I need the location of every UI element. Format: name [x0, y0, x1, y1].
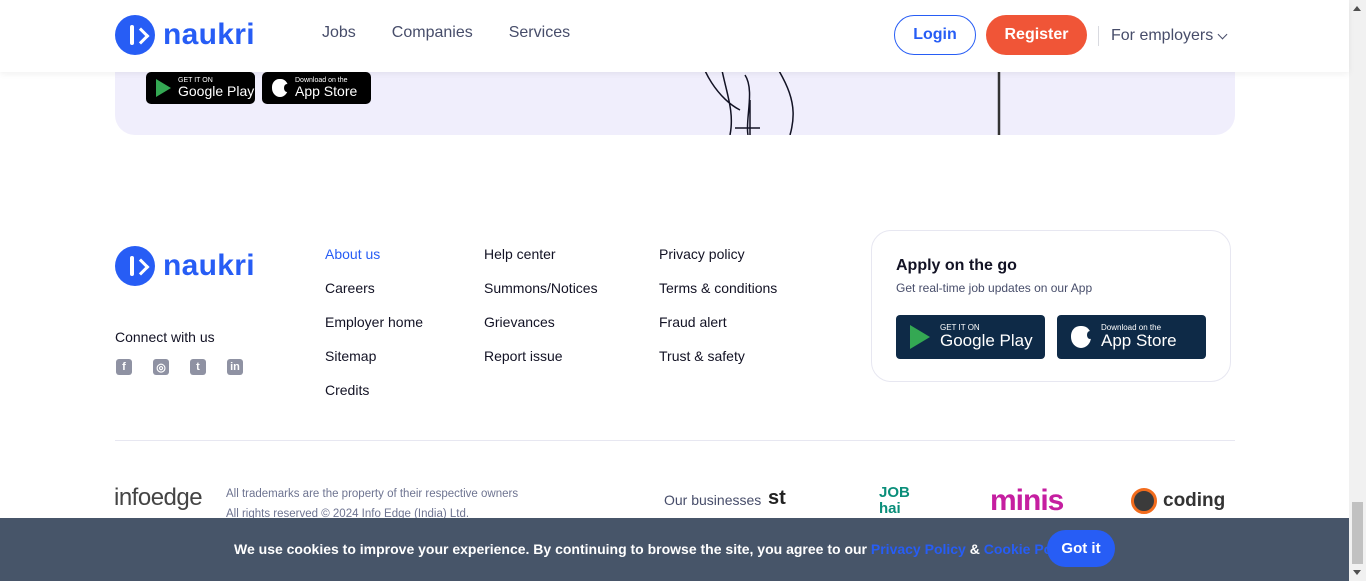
app-store-big: App Store — [295, 82, 358, 99]
cookie-consent-bar: We use cookies to improve your experienc… — [0, 518, 1349, 581]
link-terms-conditions[interactable]: Terms & conditions — [659, 280, 777, 297]
naukri-logo-icon — [115, 15, 155, 55]
footer-links-col-3: Privacy policy Terms & conditions Fraud … — [659, 246, 777, 365]
top-header: naukri Jobs Companies Services Login Reg… — [0, 0, 1349, 72]
cookie-privacy-policy-link[interactable]: Privacy Policy — [871, 541, 966, 557]
trademark-notice: All trademarks are the property of their… — [226, 488, 519, 500]
apply-on-the-go-card: Apply on the go Get real-time job update… — [871, 230, 1231, 382]
scroll-up-arrow-icon[interactable] — [1353, 6, 1361, 11]
twitter-icon[interactable]: t — [190, 359, 206, 375]
link-help-center[interactable]: Help center — [484, 246, 598, 263]
cookie-message-text: We use cookies to improve your experienc… — [234, 541, 867, 557]
facebook-icon[interactable]: f — [116, 359, 132, 375]
link-about-us[interactable]: About us — [325, 246, 423, 263]
link-report-issue[interactable]: Report issue — [484, 348, 598, 365]
footer-naukri-logo[interactable]: naukri — [115, 246, 255, 286]
app-card-title: Apply on the go — [896, 257, 1017, 274]
link-summons-notices[interactable]: Summons/Notices — [484, 280, 598, 297]
link-employer-home[interactable]: Employer home — [325, 314, 423, 331]
footer-links-col-2: Help center Summons/Notices Grievances R… — [484, 246, 598, 365]
instagram-icon[interactable]: ◎ — [153, 359, 169, 375]
naukri-logo[interactable]: naukri — [115, 15, 255, 55]
link-trust-safety[interactable]: Trust & safety — [659, 348, 777, 365]
app-store-badge[interactable]: Download on the App Store — [262, 72, 371, 104]
footer-google-play-badge[interactable]: GET IT ON Google Play — [896, 315, 1045, 359]
for-employers-dropdown[interactable]: For employers — [1111, 27, 1228, 45]
footer-divider — [115, 440, 1235, 441]
our-businesses-label: Our businesses — [664, 492, 762, 508]
naukri-logo-icon — [115, 246, 155, 286]
scrollbar-thumb[interactable] — [1352, 502, 1363, 564]
footer-apple-big: App Store — [1101, 330, 1177, 350]
nav-jobs[interactable]: Jobs — [322, 24, 356, 42]
google-play-big: Google Play — [178, 82, 255, 99]
app-card-subtitle: Get real-time job updates on our App — [896, 281, 1093, 295]
footer-links-col-1: About us Careers Employer home Sitemap C… — [325, 246, 423, 399]
coding-ninjas-icon — [1131, 488, 1157, 514]
scroll-down-arrow-icon[interactable] — [1353, 570, 1361, 575]
business-logo-ambitionbox[interactable]: st — [768, 487, 786, 510]
header-divider — [1098, 26, 1099, 46]
nav-services[interactable]: Services — [509, 24, 570, 42]
connect-with-us-heading: Connect with us — [115, 329, 215, 345]
for-employers-label: For employers — [1111, 27, 1214, 44]
chevron-down-icon — [1217, 29, 1228, 40]
business-logo-codingninjas[interactable]: coding — [1131, 488, 1225, 514]
got-it-button[interactable]: Got it — [1047, 530, 1115, 567]
business-logo-jobhai[interactable]: JOB hai — [879, 485, 929, 517]
link-careers[interactable]: Careers — [325, 280, 423, 297]
link-sitemap[interactable]: Sitemap — [325, 348, 423, 365]
footer-brand-name: naukri — [163, 249, 255, 282]
coding-ninjas-label: coding — [1163, 490, 1226, 511]
main-nav: Jobs Companies Services — [322, 24, 570, 42]
register-button[interactable]: Register — [986, 15, 1087, 55]
cookie-message: We use cookies to improve your experienc… — [234, 541, 1076, 557]
business-logo-minis[interactable]: minis — [990, 484, 1064, 518]
link-privacy-policy[interactable]: Privacy policy — [659, 246, 777, 263]
nav-companies[interactable]: Companies — [392, 24, 473, 42]
infoedge-logo: infoedge — [114, 484, 203, 511]
linkedin-icon[interactable]: in — [227, 359, 243, 375]
apple-icon — [1071, 326, 1093, 348]
login-button[interactable]: Login — [894, 15, 976, 55]
link-fraud-alert[interactable]: Fraud alert — [659, 314, 777, 331]
apple-icon — [272, 79, 290, 97]
footer-google-big: Google Play — [940, 330, 1033, 350]
link-credits[interactable]: Credits — [325, 382, 423, 399]
social-links: f ◎ t in — [116, 359, 243, 375]
google-play-icon — [910, 325, 930, 349]
google-play-badge[interactable]: GET IT ON Google Play — [146, 72, 255, 104]
footer-app-store-badge[interactable]: Download on the App Store — [1057, 315, 1206, 359]
brand-name: naukri — [163, 18, 255, 51]
link-grievances[interactable]: Grievances — [484, 314, 598, 331]
google-play-icon — [156, 79, 171, 97]
cookie-ampersand: & — [969, 541, 980, 557]
page-scrollbar[interactable] — [1349, 0, 1366, 581]
